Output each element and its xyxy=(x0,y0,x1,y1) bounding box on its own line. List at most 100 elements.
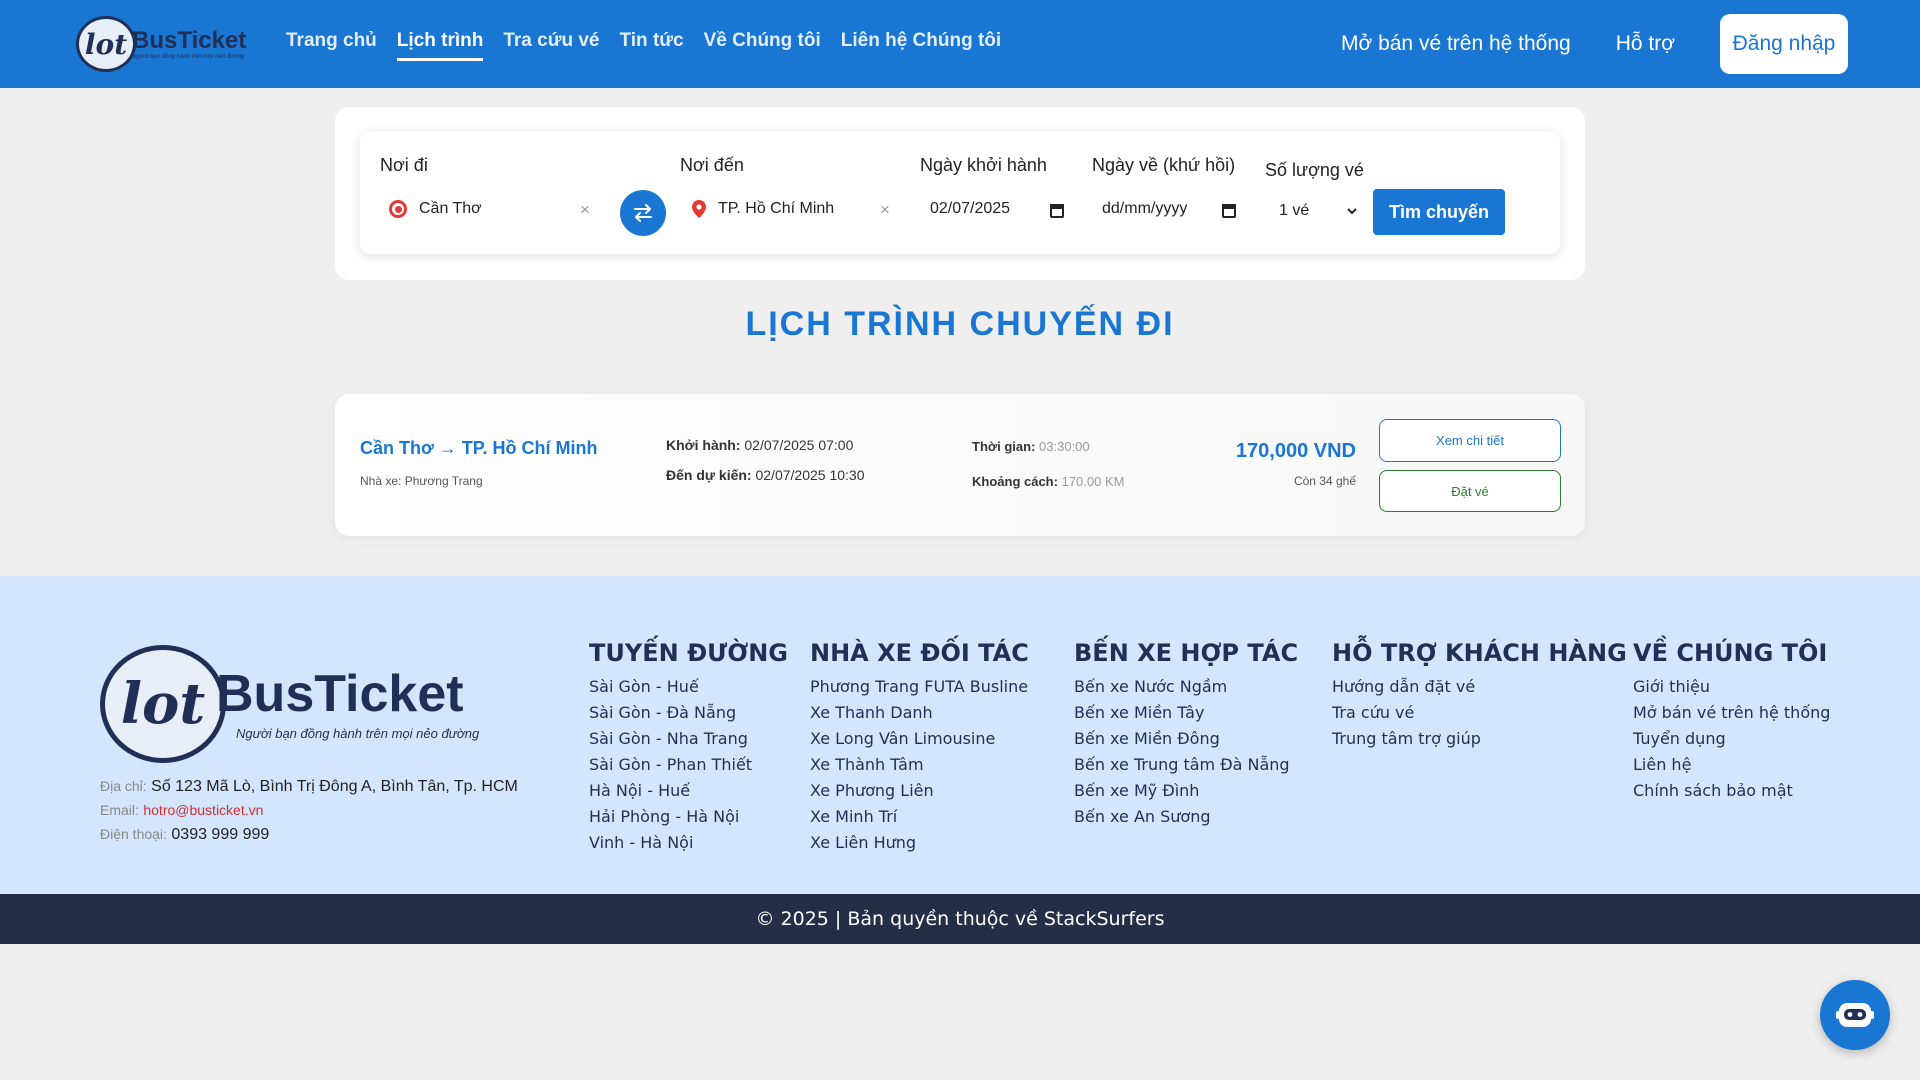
logo-tagline: Người bạn đồng hành trên mọi nẻo đường xyxy=(132,53,245,60)
seats-left: Còn 34 ghế xyxy=(1293,474,1356,488)
distance-value: 170.00 KM xyxy=(1061,474,1125,489)
phone-label: Điện thoại: xyxy=(100,826,167,842)
footer-link[interactable]: Xe Minh Trí xyxy=(810,807,1029,833)
footer-link[interactable]: Bến xe An Sương xyxy=(1074,807,1298,833)
depart-time: Khởi hành: 02/07/2025 07:00 xyxy=(666,437,853,453)
footer-col-support: HỖ TRỢ KHÁCH HÀNG Hướng dẫn đặt vé Tra c… xyxy=(1332,639,1627,755)
swap-locations-button[interactable] xyxy=(620,190,666,236)
footer-link[interactable]: Mở bán vé trên hệ thống xyxy=(1633,703,1830,729)
origin-field[interactable]: Cần Thơ xyxy=(389,200,482,218)
operator-name: Phương Trang xyxy=(404,474,483,488)
destination-value: TP. Hồ Chí Minh xyxy=(718,200,835,217)
trip-distance: Khoảng cách: 170.00 KM xyxy=(972,474,1124,489)
chatbot-button[interactable] xyxy=(1820,980,1890,1050)
calendar-icon[interactable] xyxy=(1050,204,1064,218)
duration-value: 03:30:00 xyxy=(1039,439,1090,454)
search-trips-button[interactable]: Tìm chuyến xyxy=(1373,189,1505,235)
trip-duration: Thời gian: 03:30:00 xyxy=(972,439,1090,454)
clear-destination-icon[interactable]: × xyxy=(880,200,890,220)
top-navbar: lot BusTicket Người bạn đồng hành trên m… xyxy=(0,0,1920,88)
logo-brand-text: BusTicket xyxy=(132,26,247,54)
nav-home[interactable]: Trang chủ xyxy=(286,30,377,61)
footer-brand-text: BusTicket xyxy=(216,664,464,723)
ticket-qty-label: Số lượng vé xyxy=(1265,160,1364,180)
chatbot-icon xyxy=(1836,1003,1874,1027)
footer-link[interactable]: Liên hệ xyxy=(1633,755,1830,781)
footer-link[interactable]: Xe Thành Tâm xyxy=(810,755,1029,781)
address-value: Số 123 Mã Lò, Bình Trị Đông A, Bình Tân,… xyxy=(151,778,518,795)
footer-link[interactable]: Sài Gòn - Nha Trang xyxy=(589,729,788,755)
footer-link[interactable]: Xe Long Vân Limousine xyxy=(810,729,1029,755)
return-date-label: Ngày về (khứ hồi) xyxy=(1092,155,1236,175)
depart-date-label: Ngày khởi hành xyxy=(920,155,1047,175)
open-sales-link[interactable]: Mở bán vé trên hệ thống xyxy=(1341,32,1571,56)
footer-link[interactable]: Xe Phương Liên xyxy=(810,781,1029,807)
footer-email: Email: hotro@busticket.vn xyxy=(100,802,263,820)
duration-label: Thời gian: xyxy=(972,439,1036,454)
return-date-placeholder: dd/mm/yyyy xyxy=(1102,200,1188,217)
address-label: Địa chỉ: xyxy=(100,778,147,794)
footer-address: Địa chỉ: Số 123 Mã Lò, Bình Trị Đông A, … xyxy=(100,778,518,796)
trip-price: 170,000 VND xyxy=(1235,440,1356,462)
footer-link[interactable]: Sài Gòn - Phan Thiết xyxy=(589,755,788,781)
destination-field[interactable]: TP. Hồ Chí Minh xyxy=(692,200,834,218)
footer-link[interactable]: Giới thiệu xyxy=(1633,677,1830,703)
origin-value: Cần Thơ xyxy=(419,200,482,217)
book-ticket-button[interactable]: Đặt vé xyxy=(1379,470,1561,512)
site-footer: lot BusTicket Người bạn đồng hành trên m… xyxy=(0,576,1920,894)
footer-link[interactable]: Xe Liên Hưng xyxy=(810,833,1029,859)
footer-link[interactable]: Bến xe Mỹ Đình xyxy=(1074,781,1298,807)
arrive-time-label: Đến dự kiến: xyxy=(666,467,752,483)
login-button[interactable]: Đăng nhập xyxy=(1720,14,1848,74)
footer-link[interactable]: Xe Thanh Danh xyxy=(810,703,1029,729)
nav-contact[interactable]: Liên hệ Chúng tôi xyxy=(841,30,1001,61)
depart-date-value: 02/07/2025 xyxy=(930,200,1011,217)
footer-col-stations: BẾN XE HỢP TÁC Bến xe Nước Ngầm Bến xe M… xyxy=(1074,639,1298,833)
footer-link[interactable]: Trung tâm trợ giúp xyxy=(1332,729,1627,755)
origin-label: Nơi đi xyxy=(380,155,428,175)
ticket-qty-value: 1 vé xyxy=(1279,202,1310,219)
trip-operator: Nhà xe: Phương Trang xyxy=(360,474,483,488)
nav-news[interactable]: Tin tức xyxy=(620,30,684,61)
footer-link[interactable]: Hướng dẫn đặt vé xyxy=(1332,677,1627,703)
header-actions: Mở bán vé trên hệ thống Hỗ trợ Đăng nhập xyxy=(1341,14,1848,74)
footer-logo[interactable]: lot BusTicket Người bạn đồng hành trên m… xyxy=(100,644,510,764)
footer-link[interactable]: Tuyển dụng xyxy=(1633,729,1830,755)
depart-time-value: 02/07/2025 07:00 xyxy=(744,437,854,453)
footer-link[interactable]: Hải Phòng - Hà Nội xyxy=(589,807,788,833)
footer-link[interactable]: Sài Gòn - Đà Nẵng xyxy=(589,703,788,729)
email-link[interactable]: hotro@busticket.vn xyxy=(143,802,263,818)
ticket-qty-select[interactable]: 1 vé xyxy=(1279,202,1359,220)
footer-tagline: Người bạn đồng hành trên mọi nẻo đường xyxy=(236,725,480,741)
return-date-input[interactable]: dd/mm/yyyy xyxy=(1102,200,1187,218)
site-logo[interactable]: lot BusTicket Người bạn đồng hành trên m… xyxy=(76,14,266,74)
view-details-button[interactable]: Xem chi tiết xyxy=(1379,419,1561,462)
footer-col-title: NHÀ XE ĐỐI TÁC xyxy=(810,639,1029,667)
support-link[interactable]: Hỗ trợ xyxy=(1616,32,1675,56)
footer-link[interactable]: Bến xe Miền Tây xyxy=(1074,703,1298,729)
footer-link[interactable]: Hà Nội - Huế xyxy=(589,781,788,807)
nav-about[interactable]: Về Chúng tôi xyxy=(704,30,821,61)
footer-link[interactable]: Bến xe Miền Đông xyxy=(1074,729,1298,755)
nav-ticket-lookup[interactable]: Tra cứu vé xyxy=(503,30,599,61)
footer-link[interactable]: Chính sách bảo mật xyxy=(1633,781,1830,807)
footer-col-about: VỀ CHÚNG TÔI Giới thiệu Mở bán vé trên h… xyxy=(1633,639,1830,807)
depart-date-input[interactable]: 02/07/2025 xyxy=(930,200,1010,218)
clear-origin-icon[interactable]: × xyxy=(580,200,590,220)
distance-label: Khoảng cách: xyxy=(972,474,1058,489)
footer-link[interactable]: Bến xe Nước Ngầm xyxy=(1074,677,1298,703)
calendar-icon[interactable] xyxy=(1222,204,1236,218)
footer-link[interactable]: Vinh - Hà Nội xyxy=(589,833,788,859)
nav-schedule[interactable]: Lịch trình xyxy=(396,30,484,61)
destination-label: Nơi đến xyxy=(680,155,744,175)
footer-link[interactable]: Bến xe Trung tâm Đà Nẵng xyxy=(1074,755,1298,781)
logo-emblem-icon: lot xyxy=(76,16,136,72)
footer-col-title: TUYẾN ĐƯỜNG xyxy=(589,639,788,667)
swap-arrows-icon xyxy=(634,204,652,222)
footer-link[interactable]: Sài Gòn - Huế xyxy=(589,677,788,703)
operator-label: Nhà xe: xyxy=(360,474,402,488)
footer-link[interactable]: Tra cứu vé xyxy=(1332,703,1627,729)
trip-route[interactable]: Cần Thơ → TP. Hồ Chí Minh xyxy=(360,438,597,459)
footer-link[interactable]: Phương Trang FUTA Busline xyxy=(810,677,1029,703)
arrive-time: Đến dự kiến: 02/07/2025 10:30 xyxy=(666,467,864,483)
